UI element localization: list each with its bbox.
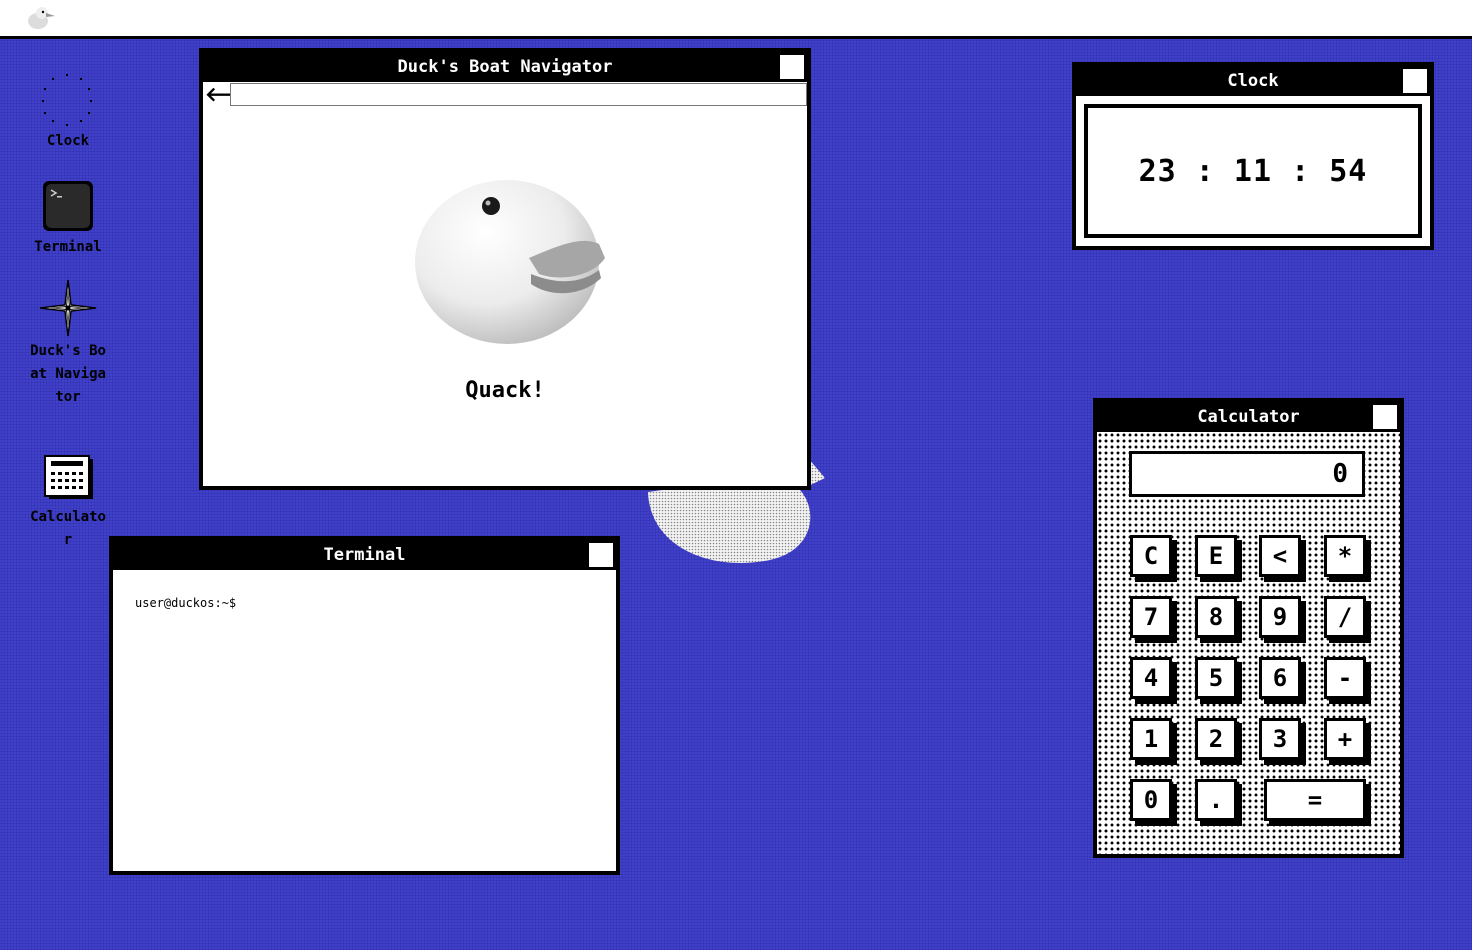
desktop-icon-label: Terminal	[34, 239, 102, 255]
terminal-prompt: user@duckos:~$	[135, 596, 237, 610]
window-title: Calculator	[1197, 407, 1300, 427]
terminal-content[interactable]: user@duckos:~$	[113, 570, 616, 871]
digit-2-button[interactable]: 2	[1195, 718, 1237, 760]
clock-window: Clock 23 : 11 : 54	[1072, 62, 1434, 250]
equals-button[interactable]: =	[1264, 779, 1366, 821]
clock-titlebar[interactable]: Clock	[1076, 66, 1430, 96]
desktop-icon-clock[interactable]: Clock	[28, 72, 108, 153]
calculator-window: Calculator 0 C E < * 7 8 9 / 4 5 6 - 1 2…	[1093, 398, 1404, 858]
window-title: Clock	[1227, 71, 1279, 91]
decimal-point-button[interactable]: .	[1195, 779, 1237, 821]
calculator-display: 0	[1129, 451, 1365, 497]
add-button[interactable]: +	[1324, 718, 1366, 760]
digit-3-button[interactable]: 3	[1259, 718, 1301, 760]
navigator-titlebar[interactable]: Duck's Boat Navigator	[203, 52, 807, 82]
compass-icon	[39, 279, 97, 337]
duck-icon	[415, 180, 605, 344]
duck-logo-icon[interactable]	[24, 4, 58, 32]
quack-message: Quack!	[465, 378, 545, 403]
clear-button[interactable]: C	[1130, 535, 1172, 577]
clock-icon	[42, 74, 92, 126]
terminal-icon	[43, 181, 93, 231]
divide-button[interactable]: /	[1324, 596, 1366, 638]
digit-4-button[interactable]: 4	[1130, 657, 1172, 699]
clock-time: 23 : 11 : 54	[1084, 104, 1422, 238]
desktop-icon-terminal[interactable]: Terminal	[28, 178, 108, 259]
terminal-titlebar[interactable]: Terminal	[113, 540, 616, 570]
subtract-button[interactable]: -	[1324, 657, 1366, 699]
window-title: Terminal	[323, 545, 406, 565]
close-button[interactable]	[1372, 404, 1398, 430]
navigator-content: 🡐 Quack!	[203, 82, 807, 486]
digit-5-button[interactable]: 5	[1195, 657, 1237, 699]
terminal-window: Terminal user@duckos:~$	[109, 536, 620, 875]
clock-content: 23 : 11 : 54	[1076, 96, 1430, 246]
digit-0-button[interactable]: 0	[1130, 779, 1172, 821]
multiply-button[interactable]: *	[1324, 535, 1366, 577]
backspace-button[interactable]: <	[1259, 535, 1301, 577]
desktop-icon-calculator[interactable]: Calculator	[28, 454, 108, 552]
desktop-icon-label: Clock	[46, 133, 90, 149]
desktop-icon-navigator[interactable]: Duck's Boat Navigator	[28, 278, 108, 409]
digit-7-button[interactable]: 7	[1130, 596, 1172, 638]
menu-bar	[0, 0, 1472, 39]
clear-entry-button[interactable]: E	[1195, 535, 1237, 577]
calculator-titlebar[interactable]: Calculator	[1097, 402, 1400, 432]
digit-1-button[interactable]: 1	[1130, 718, 1172, 760]
close-button[interactable]	[1402, 68, 1428, 94]
desktop-icon-label: Duck's Boat Navigator	[30, 343, 106, 405]
close-button[interactable]	[779, 54, 805, 80]
window-title: Duck's Boat Navigator	[397, 57, 613, 77]
digit-9-button[interactable]: 9	[1259, 596, 1301, 638]
desktop-icon-label: Calculator	[30, 509, 106, 548]
calculator-icon	[44, 455, 93, 499]
back-arrow-icon[interactable]: 🡐	[205, 84, 259, 104]
close-button[interactable]	[588, 542, 614, 568]
address-bar-input[interactable]	[230, 83, 807, 106]
navigator-window: Duck's Boat Navigator 🡐 Quack!	[199, 48, 811, 490]
digit-6-button[interactable]: 6	[1259, 657, 1301, 699]
digit-8-button[interactable]: 8	[1195, 596, 1237, 638]
